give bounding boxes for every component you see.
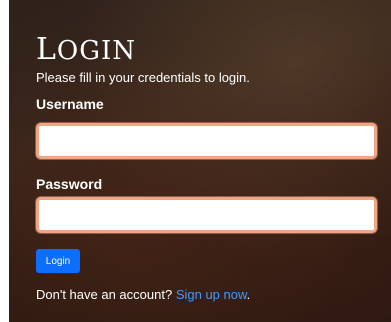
page-title: LOGIN <box>36 32 136 67</box>
username-input[interactable] <box>36 123 377 159</box>
password-input[interactable] <box>36 197 377 233</box>
page-title-rest: OGIN <box>56 36 137 66</box>
signup-prefix: Don't have an account? <box>36 287 176 302</box>
page-title-initial: L <box>36 32 57 67</box>
form-instructions: Please fill in your credentials to login… <box>36 70 250 85</box>
signup-link[interactable]: Sign up now <box>176 287 247 302</box>
password-label: Password <box>36 176 103 192</box>
signup-prompt: Don't have an account? Sign up now. <box>36 287 250 302</box>
username-label: Username <box>36 96 104 112</box>
login-form: LOGIN Please fill in your credentials to… <box>36 0 381 322</box>
login-button[interactable]: Login <box>36 249 80 273</box>
signup-suffix: . <box>246 287 251 302</box>
